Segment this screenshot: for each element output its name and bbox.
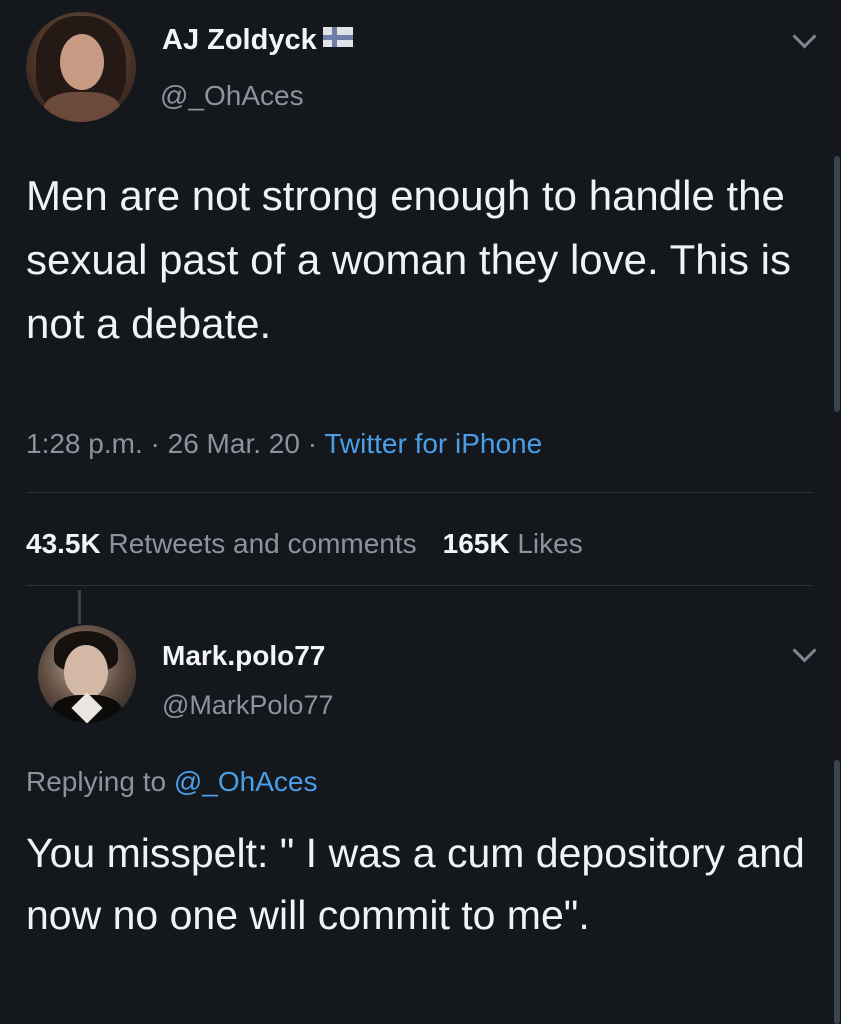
reply-author-handle[interactable]: @MarkPolo77 xyxy=(162,690,333,721)
avatar-body xyxy=(44,92,120,122)
tweet-thread-screenshot: AJ Zoldyck @_OhAces Men are not strong e… xyxy=(0,0,841,1024)
avatar[interactable] xyxy=(38,625,136,723)
replying-mention-link[interactable]: @_OhAces xyxy=(174,766,318,797)
author-name-text: AJ Zoldyck xyxy=(162,24,317,56)
scrollbar[interactable] xyxy=(834,760,840,1024)
tweet-time[interactable]: 1:28 p.m. xyxy=(26,428,143,459)
scrollbar[interactable] xyxy=(834,156,840,412)
replying-prefix: Replying to xyxy=(26,766,167,797)
likes-count: 165K xyxy=(442,528,510,559)
retweets-count: 43.5K xyxy=(26,528,101,559)
author-handle[interactable]: @_OhAces xyxy=(160,80,304,112)
divider xyxy=(26,492,812,493)
meta-separator: · xyxy=(299,428,325,459)
tweet-date[interactable]: 26 Mar. 20 xyxy=(168,428,300,459)
avatar[interactable] xyxy=(26,12,136,122)
tweet-text: Men are not strong enough to handle the … xyxy=(26,172,791,347)
chevron-down-icon[interactable] xyxy=(792,24,817,49)
meta-separator: · xyxy=(142,428,168,459)
likes-label: Likes xyxy=(517,528,583,559)
tweet-meta: 1:28 p.m. · 26 Mar. 20 · Twitter for iPh… xyxy=(26,428,542,460)
retweets-label: Retweets and comments xyxy=(108,528,417,559)
tweet-source-link[interactable]: Twitter for iPhone xyxy=(324,428,542,459)
avatar-face xyxy=(64,645,108,699)
author-name[interactable]: AJ Zoldyck xyxy=(162,24,353,57)
reply-author-name[interactable]: Mark.polo77 xyxy=(162,640,325,672)
chevron-down-icon[interactable] xyxy=(792,638,817,663)
retweets-stat[interactable]: 43.5K Retweets and comments xyxy=(26,528,417,559)
likes-stat[interactable]: 165K Likes xyxy=(443,528,583,559)
tweet-stats: 43.5K Retweets and comments 165K Likes xyxy=(26,528,583,560)
flag-icon xyxy=(322,27,353,47)
thread-connector-line xyxy=(78,590,81,624)
replying-to: Replying to @_OhAces xyxy=(26,766,317,798)
divider xyxy=(26,585,812,586)
avatar-face xyxy=(60,34,104,90)
reply-text: You misspelt: " I was a cum depository a… xyxy=(26,830,805,938)
